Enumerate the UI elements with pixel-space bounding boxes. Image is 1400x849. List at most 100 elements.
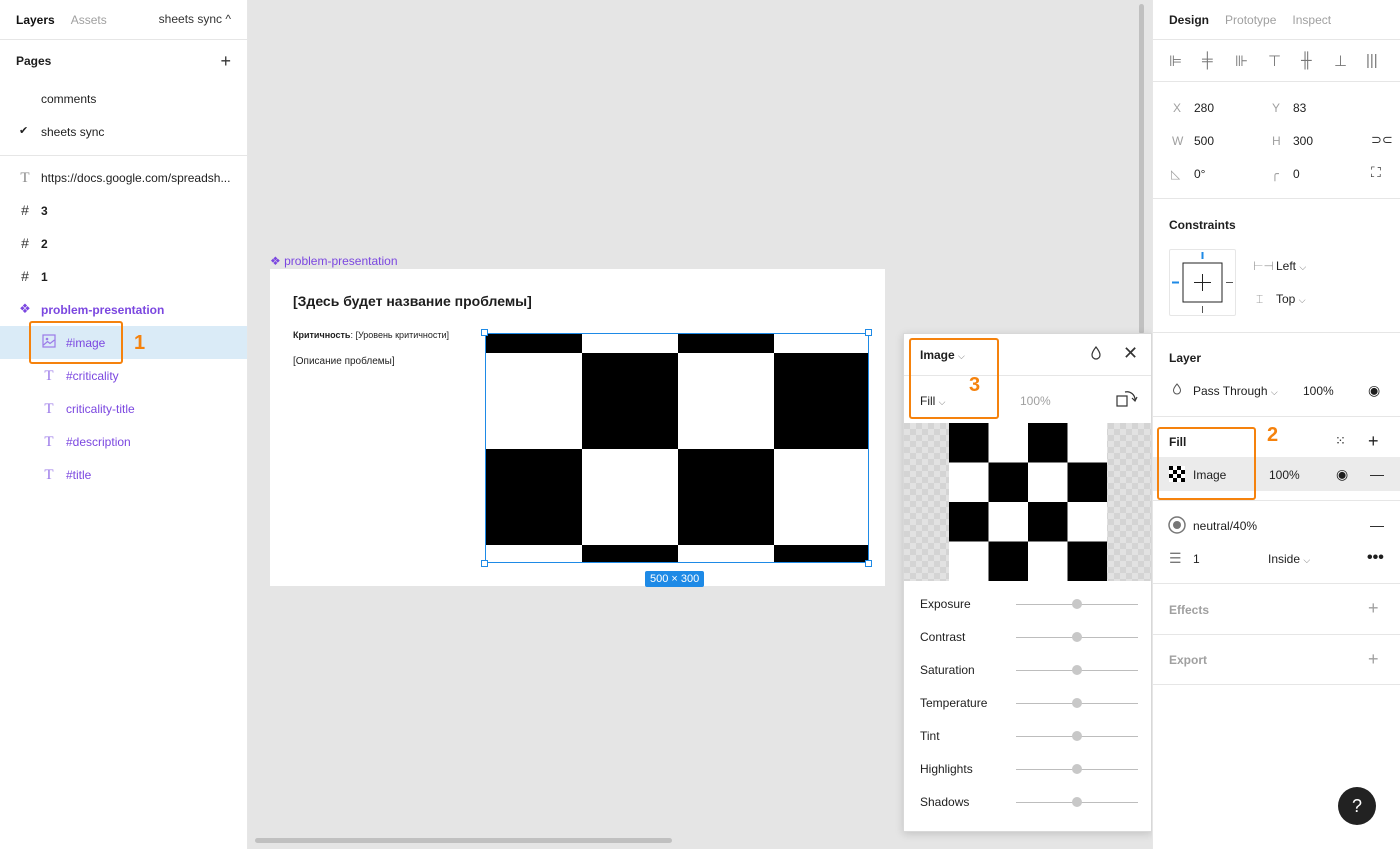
stroke-weight-icon: ☰: [1169, 550, 1182, 566]
component-icon: ❖: [19, 301, 31, 316]
stroke-color-name[interactable]: neutral/40%: [1193, 519, 1257, 533]
align-left-icon[interactable]: ⊫: [1169, 52, 1182, 70]
add-effect-icon[interactable]: +: [1368, 598, 1379, 619]
tab-inspect[interactable]: Inspect: [1292, 13, 1331, 27]
tab-layers[interactable]: Layers: [16, 13, 55, 27]
page-item-comments[interactable]: comments: [0, 82, 247, 115]
vertical-constraint-icon: ⌶: [1256, 292, 1264, 306]
align-right-icon[interactable]: ⊪: [1235, 52, 1248, 70]
layer-name: https://docs.google.com/spreadsh...: [41, 171, 231, 185]
layer-name: 1: [41, 270, 48, 284]
slider-knob[interactable]: [1072, 632, 1082, 642]
remove-fill-icon[interactable]: —: [1370, 466, 1384, 482]
layer-row-description[interactable]: T #description: [0, 425, 247, 458]
frame-icon: #: [21, 202, 29, 218]
layer-opacity-input[interactable]: 100%: [1303, 384, 1334, 398]
layer-row-frame-1[interactable]: # 1: [0, 260, 247, 293]
constraints-widget[interactable]: [1169, 249, 1236, 316]
y-input[interactable]: 83: [1293, 101, 1306, 115]
layer-name: problem-presentation: [41, 303, 165, 317]
stroke-weight-input[interactable]: 1: [1193, 552, 1200, 566]
stroke-position-value: Inside: [1268, 552, 1301, 566]
slider-knob[interactable]: [1072, 764, 1082, 774]
blend-drop-icon[interactable]: [1090, 346, 1102, 363]
layer-name: #title: [66, 468, 92, 482]
blend-mode-dropdown[interactable]: Pass Through ⌵: [1193, 384, 1278, 398]
resize-handle-sw[interactable]: [481, 560, 488, 567]
fill-opacity-input[interactable]: 100%: [1269, 468, 1300, 482]
checkerboard-image: [486, 334, 868, 562]
slider-knob[interactable]: [1072, 665, 1082, 675]
align-horizontal-center-icon[interactable]: ╪: [1202, 52, 1213, 69]
x-input[interactable]: 280: [1194, 101, 1214, 115]
rotation-input[interactable]: 0°: [1194, 167, 1205, 181]
distribute-icon[interactable]: |||: [1366, 52, 1378, 69]
divider: [1153, 500, 1400, 501]
divider: [1153, 198, 1400, 199]
layer-row-frame-3[interactable]: # 3: [0, 194, 247, 227]
page-item-sheets-sync[interactable]: ✔ sheets sync: [0, 115, 247, 148]
remove-stroke-icon[interactable]: —: [1370, 517, 1384, 533]
alignment-toolbar: ⊫ ╪ ⊪ ⊤ ╫ ⊥ |||: [1153, 40, 1400, 82]
resize-handle-nw[interactable]: [481, 329, 488, 336]
independent-corners-icon[interactable]: ⛶: [1371, 164, 1381, 181]
frame-criticality-text[interactable]: Критичность: [Уровень критичности]: [293, 330, 449, 340]
frame-icon: #: [21, 268, 29, 284]
chevron-down-icon: ⌵: [1303, 555, 1311, 565]
h-label: H: [1272, 134, 1281, 148]
add-export-icon[interactable]: +: [1368, 649, 1379, 670]
height-input[interactable]: 300: [1293, 134, 1313, 148]
frame-description-text[interactable]: [Описание проблемы]: [293, 356, 395, 367]
horizontal-constraint-dropdown[interactable]: Left ⌵: [1276, 259, 1306, 273]
annotation-number-1: 1: [134, 332, 146, 354]
frame-title-text[interactable]: [Здесь будет название проблемы]: [293, 293, 532, 309]
selected-image-layer[interactable]: [485, 333, 869, 563]
adjust-saturation: Saturation: [920, 660, 1139, 680]
width-input[interactable]: 500: [1194, 134, 1214, 148]
slider-knob[interactable]: [1072, 599, 1082, 609]
tab-prototype[interactable]: Prototype: [1225, 13, 1276, 27]
text-icon: T: [44, 434, 54, 450]
corner-radius-input[interactable]: 0: [1293, 167, 1300, 181]
stroke-position-dropdown[interactable]: Inside ⌵: [1268, 552, 1310, 566]
layer-row-criticality-title[interactable]: T criticality-title: [0, 392, 247, 425]
slider-knob[interactable]: [1072, 731, 1082, 741]
adjust-tint: Tint: [920, 726, 1139, 746]
constrain-proportions-icon[interactable]: ⊃⊂: [1371, 132, 1393, 148]
eye-icon[interactable]: ◉: [1368, 382, 1380, 399]
page-label: sheets sync: [41, 124, 105, 139]
vertical-constraint-dropdown[interactable]: Top ⌵: [1276, 292, 1306, 306]
chevron-down-icon: ⌵: [1299, 262, 1307, 272]
adjust-label: Temperature: [920, 696, 988, 710]
page-switcher[interactable]: sheets sync ^: [159, 12, 231, 26]
more-options-icon[interactable]: •••: [1367, 549, 1384, 567]
add-fill-icon[interactable]: +: [1368, 431, 1379, 452]
add-page-icon[interactable]: +: [220, 52, 231, 70]
horizontal-scrollbar[interactable]: [255, 838, 672, 843]
layer-row-frame-2[interactable]: # 2: [0, 227, 247, 260]
resize-handle-ne[interactable]: [865, 329, 872, 336]
slider-knob[interactable]: [1072, 797, 1082, 807]
align-top-icon[interactable]: ⊤: [1268, 52, 1281, 70]
align-bottom-icon[interactable]: ⊥: [1334, 52, 1347, 70]
pages-header: Pages +: [0, 40, 247, 82]
stroke-color-swatch[interactable]: [1168, 516, 1186, 537]
layer-row-url-text[interactable]: T https://docs.google.com/spreadsh...: [0, 161, 247, 194]
layer-row-title[interactable]: T #title: [0, 458, 247, 491]
image-preview[interactable]: [904, 423, 1151, 581]
slider-knob[interactable]: [1072, 698, 1082, 708]
style-grid-icon[interactable]: ⁙: [1335, 433, 1346, 449]
eye-icon[interactable]: ◉: [1336, 466, 1348, 483]
adjust-label: Shadows: [920, 795, 970, 809]
annotation-number-3: 3: [969, 374, 981, 396]
tab-design[interactable]: Design: [1169, 13, 1209, 27]
vertical-scrollbar[interactable]: [1139, 4, 1144, 334]
rotate-icon[interactable]: [1116, 388, 1138, 413]
align-vertical-center-icon[interactable]: ╫: [1301, 52, 1312, 69]
close-icon[interactable]: ✕: [1123, 343, 1138, 364]
tab-assets[interactable]: Assets: [71, 13, 107, 27]
chevron-down-icon: ⌵: [1270, 387, 1278, 397]
frame-label[interactable]: ❖ problem-presentation: [270, 254, 398, 268]
help-button[interactable]: ?: [1338, 787, 1376, 825]
resize-handle-se[interactable]: [865, 560, 872, 567]
